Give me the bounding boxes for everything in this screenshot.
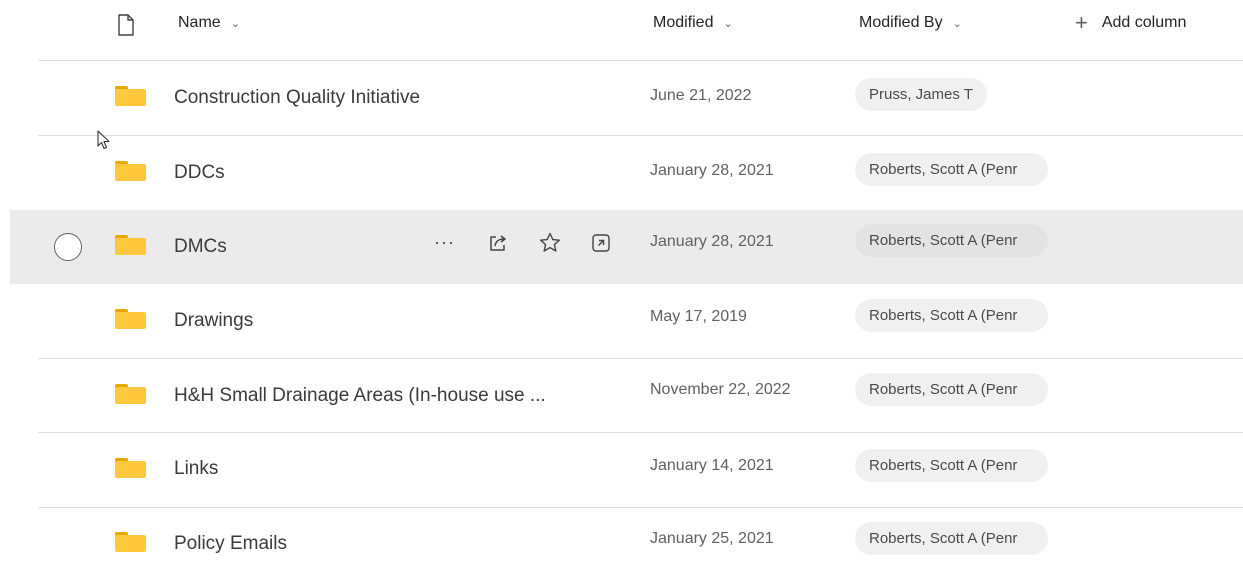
column-header-row: Name ⌄ Modified ⌄ Modified By ⌄ + Add co… (0, 0, 1243, 58)
chevron-down-icon: ⌄ (952, 17, 962, 30)
modified-date: January 14, 2021 (650, 457, 774, 474)
modified-column-header[interactable]: Modified ⌄ (653, 14, 733, 32)
modified-by-person[interactable]: Roberts, Scott A (Penr (855, 522, 1048, 555)
modified-date: January 25, 2021 (650, 530, 774, 547)
plus-icon: + (1075, 10, 1088, 35)
modified-date: January 28, 2021 (650, 162, 774, 179)
modified-by-person[interactable]: Roberts, Scott A (Penr (855, 299, 1048, 332)
open-details-icon[interactable] (590, 232, 612, 259)
name-column-header[interactable]: Name ⌄ (178, 14, 240, 32)
modified-by-person[interactable]: Roberts, Scott A (Penr (855, 224, 1048, 257)
share-icon[interactable] (487, 232, 509, 259)
folder-icon (115, 384, 146, 404)
chevron-down-icon: ⌄ (723, 17, 733, 30)
modified-by-person[interactable]: Roberts, Scott A (Penr (855, 449, 1048, 482)
modified-by-column-label: Modified By (859, 14, 943, 31)
modified-by-person[interactable]: Roberts, Scott A (Penr (855, 153, 1048, 186)
table-row[interactable]: Drawings May 17, 2019 Roberts, Scott A (… (38, 284, 1243, 358)
add-column-button[interactable]: + Add column (1075, 10, 1187, 35)
folder-name-link[interactable]: Policy Emails (174, 533, 287, 555)
table-row[interactable]: Links January 14, 2021 Roberts, Scott A … (38, 433, 1243, 507)
favorite-star-icon[interactable] (538, 231, 562, 260)
more-icon[interactable]: ··· (434, 232, 455, 253)
name-column-label: Name (178, 14, 221, 31)
table-row[interactable]: Policy Emails January 25, 2021 Roberts, … (38, 508, 1243, 582)
file-type-icon[interactable] (117, 14, 135, 41)
folder-icon (115, 458, 146, 478)
folder-name-link[interactable]: DDCs (174, 162, 225, 184)
folder-icon (115, 235, 146, 255)
modified-by-column-header[interactable]: Modified By ⌄ (859, 14, 962, 32)
folder-icon (115, 161, 146, 181)
row-select-radio[interactable] (54, 233, 82, 261)
table-row-hovered[interactable]: DMCs ··· January 28, 2021 Roberts, Scott… (10, 210, 1243, 284)
modified-date: November 22, 2022 (650, 381, 791, 398)
table-row[interactable]: H&H Small Drainage Areas (In-house use .… (38, 359, 1243, 433)
table-row[interactable]: Construction Quality Initiative June 21,… (38, 61, 1243, 135)
folder-icon (115, 309, 146, 329)
modified-by-person[interactable]: Pruss, James T (855, 78, 987, 111)
mouse-cursor-icon (97, 130, 111, 155)
folder-name-link[interactable]: Links (174, 458, 218, 480)
folder-icon (115, 86, 146, 106)
folder-name-link[interactable]: Drawings (174, 310, 253, 332)
folder-name-link[interactable]: Construction Quality Initiative (174, 87, 420, 109)
folder-icon (115, 532, 146, 552)
folder-name-link[interactable]: H&H Small Drainage Areas (In-house use .… (174, 385, 546, 407)
table-row[interactable]: DDCs January 28, 2021 Roberts, Scott A (… (38, 136, 1243, 210)
modified-by-person[interactable]: Roberts, Scott A (Penr (855, 373, 1048, 406)
modified-date: January 28, 2021 (650, 233, 774, 250)
chevron-down-icon: ⌄ (230, 17, 240, 30)
folder-name-link[interactable]: DMCs (174, 236, 227, 258)
modified-date: May 17, 2019 (650, 308, 747, 325)
modified-date: June 21, 2022 (650, 87, 752, 104)
add-column-label: Add column (1101, 14, 1187, 31)
modified-column-label: Modified (653, 14, 714, 31)
